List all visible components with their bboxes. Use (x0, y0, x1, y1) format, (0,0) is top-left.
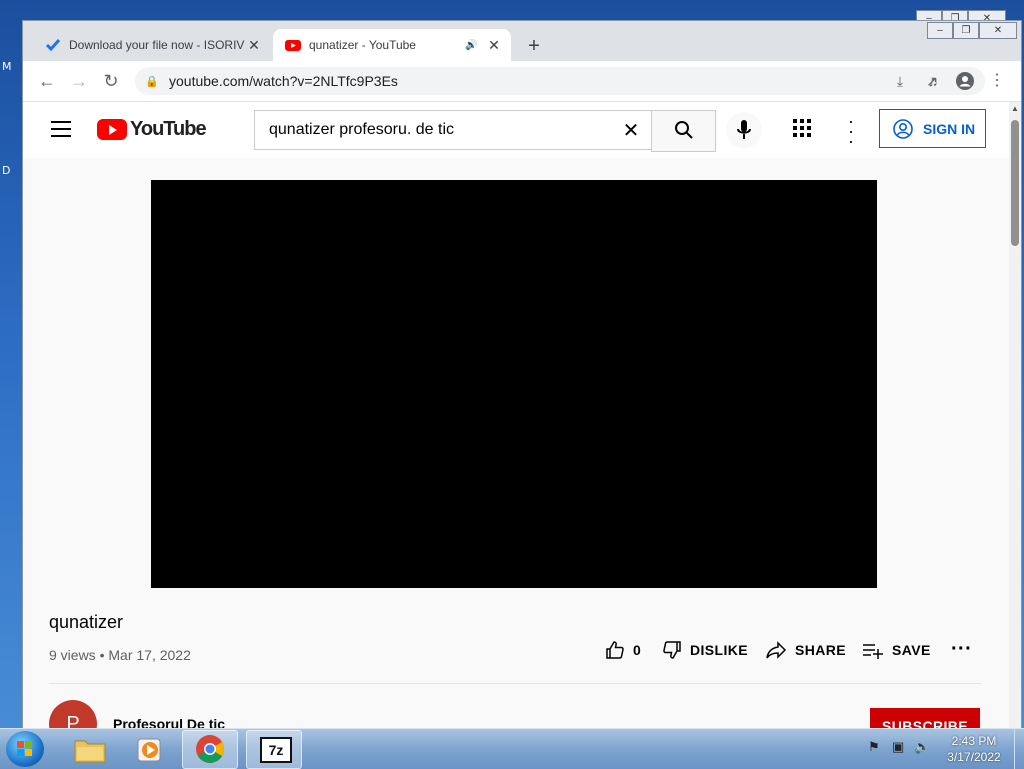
account-circle-icon (893, 118, 913, 139)
search-button[interactable] (651, 110, 716, 152)
youtube-play-icon (97, 119, 127, 140)
taskbar-chrome[interactable] (182, 730, 238, 769)
save-button[interactable]: SAVE (862, 640, 931, 660)
search-icon (674, 121, 693, 139)
forward-arrow-icon[interactable]: → (67, 69, 91, 93)
scroll-up-arrow-icon[interactable]: ▲ (1009, 102, 1021, 116)
voice-search-button[interactable] (726, 112, 762, 148)
sign-in-label: SIGN IN (923, 120, 976, 137)
dislike-button[interactable]: DISLIKE (662, 640, 748, 660)
url-text[interactable]: youtube.com/watch?v=2NLTfc9P3Es (169, 73, 889, 89)
page-scrollbar[interactable]: ▲ (1009, 102, 1021, 729)
youtube-logo[interactable]: YouTube (97, 118, 207, 141)
back-arrow-icon[interactable]: ← (35, 69, 59, 93)
7zip-icon: 7z (260, 737, 292, 763)
desktop-icon-label[interactable]: M (2, 60, 12, 73)
youtube-favicon-icon (285, 40, 301, 51)
apps-grid-icon[interactable] (793, 119, 813, 139)
video-meta: 9 views • Mar 17, 2022 (49, 647, 191, 663)
search-box: ✕ (254, 110, 651, 150)
clock-date: 3/17/2022 (947, 750, 1001, 764)
checkmark-favicon-icon (45, 39, 61, 52)
search-input[interactable] (267, 120, 619, 140)
dislike-label: DISLIKE (690, 642, 749, 658)
show-desktop-button[interactable] (1014, 729, 1024, 769)
video-player[interactable] (151, 180, 877, 588)
subscribe-button[interactable]: SUBSCRIBE (870, 708, 980, 729)
microphone-icon (737, 120, 751, 139)
taskbar-7zip[interactable]: 7z (246, 730, 302, 769)
download-icon[interactable]: ⤓ (889, 73, 911, 90)
chrome-icon (196, 735, 224, 763)
tab-strip: Download your file now - ISORIV ✕ qunati… (23, 21, 1021, 61)
address-bar[interactable]: 🔒 youtube.com/watch?v=2NLTfc9P3Es ⤓ ↗ ☆ (135, 67, 985, 95)
youtube-page: YouTube ✕ (23, 102, 1009, 729)
share-label: SHARE (795, 642, 847, 658)
sign-in-button[interactable]: SIGN IN (879, 109, 986, 148)
like-count: 0 (633, 642, 642, 658)
hamburger-menu-icon[interactable] (51, 121, 71, 142)
browser-window: – ❐ ✕ Download your file now - ISORIV ✕ … (22, 20, 1022, 730)
network-icon[interactable]: ▣ (892, 739, 904, 755)
like-button[interactable]: 0 (605, 640, 641, 660)
volume-icon[interactable]: 🔈 (914, 739, 930, 755)
windows-flag-icon (17, 741, 32, 756)
tab-download[interactable]: Download your file now - ISORIV ✕ (33, 29, 271, 61)
tab-youtube[interactable]: qunatizer - YouTube 🔊 ✕ (273, 29, 511, 61)
new-tab-button[interactable]: + (523, 35, 545, 58)
channel-avatar[interactable]: P (49, 700, 97, 729)
lock-icon[interactable]: 🔒 (145, 75, 161, 88)
reload-icon[interactable]: ↻ (99, 69, 123, 93)
profile-icon[interactable] (953, 69, 977, 93)
start-button[interactable] (6, 731, 44, 767)
tab-close-icon[interactable]: ✕ (485, 37, 503, 54)
speaker-icon[interactable]: 🔊 (465, 40, 479, 51)
media-control-icon[interactable]: ♫ (921, 69, 945, 93)
tab-title: Download your file now - ISORIV (69, 38, 245, 52)
youtube-header: YouTube ✕ (23, 102, 1009, 158)
more-actions-icon[interactable]: ··· (951, 638, 972, 661)
share-button[interactable]: SHARE (765, 640, 846, 660)
network-status-icon[interactable]: ⚑ (868, 739, 880, 755)
playlist-add-icon (863, 644, 883, 659)
share-arrow-icon (766, 641, 787, 659)
media-player-icon (137, 738, 161, 762)
desktop-icon-label[interactable]: D (2, 164, 10, 177)
system-clock[interactable]: 2:43 PM 3/17/2022 (940, 733, 1008, 765)
folder-icon (74, 740, 106, 763)
settings-kebab-icon[interactable]: · · · (841, 112, 861, 150)
scrollbar-thumb[interactable] (1011, 120, 1019, 246)
tab-title: qunatizer - YouTube (309, 38, 416, 52)
logo-text: YouTube (130, 118, 207, 140)
save-label: SAVE (892, 642, 931, 658)
upload-date: Mar 17, 2022 (108, 647, 191, 663)
clock-time: 2:43 PM (951, 734, 997, 748)
taskbar-media-player[interactable] (122, 730, 178, 769)
view-count: 9 views (49, 647, 96, 663)
thumbs-up-icon (606, 641, 624, 659)
chrome-menu-icon[interactable]: ⋮ (985, 69, 1009, 93)
video-title: qunatizer (49, 612, 124, 632)
tab-close-icon[interactable]: ✕ (245, 37, 263, 54)
browser-toolbar: ← → ↻ 🔒 youtube.com/watch?v=2NLTfc9P3Es … (23, 61, 1021, 102)
windows-taskbar: 7z ⚑ ▣ 🔈 2:43 PM 3/17/2022 (0, 728, 1024, 769)
divider (49, 683, 981, 684)
taskbar-explorer[interactable] (62, 730, 118, 769)
clear-search-icon[interactable]: ✕ (619, 118, 643, 143)
thumbs-down-icon (663, 641, 681, 659)
